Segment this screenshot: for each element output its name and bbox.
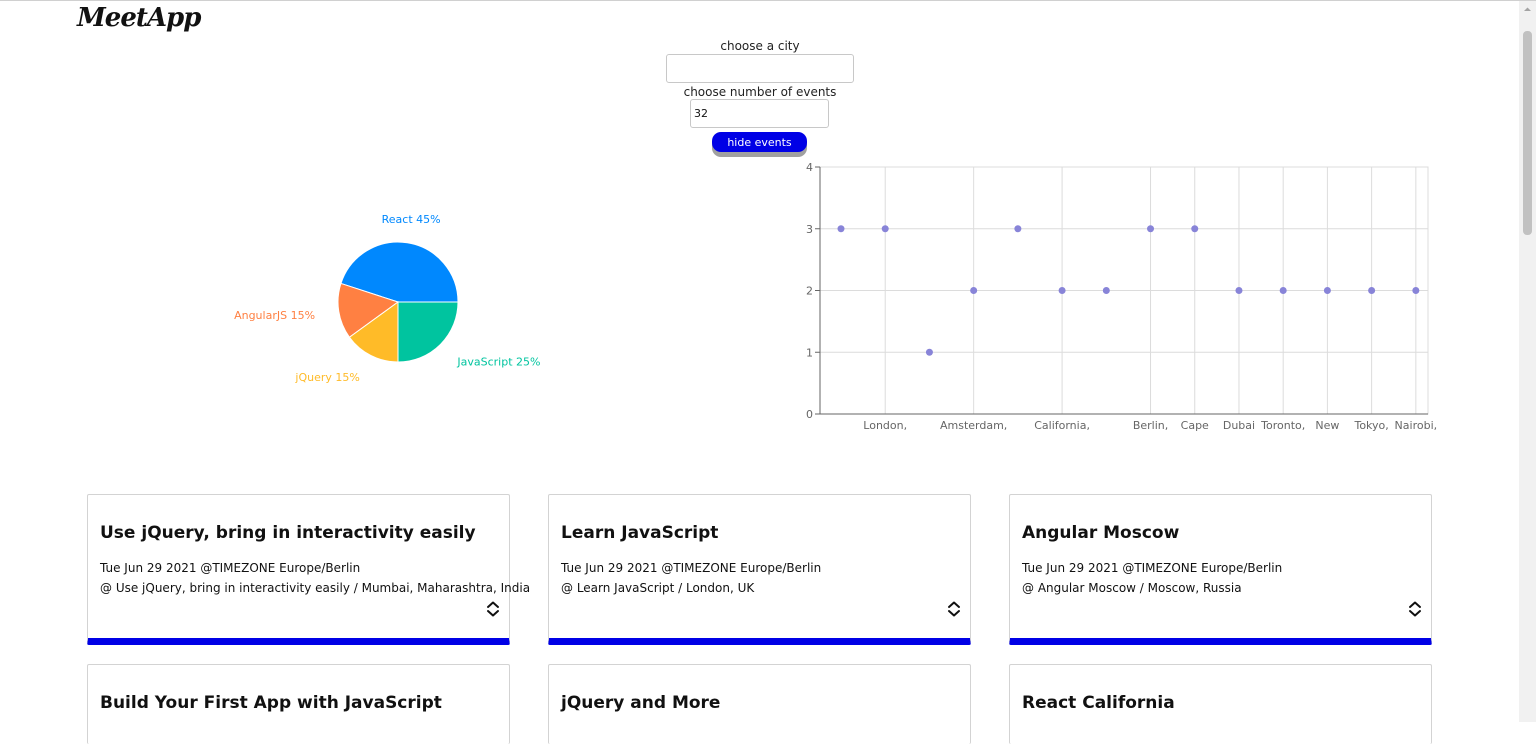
scatter-point[interactable] — [1279, 287, 1287, 294]
hide-events-button[interactable]: hide events — [712, 132, 807, 152]
scatter-point[interactable] — [1058, 287, 1066, 294]
scatter-point[interactable] — [1191, 225, 1199, 233]
event-location: @ Use jQuery, bring in interactivity eas… — [100, 581, 531, 595]
scatter-xtick-label: Cape — [1181, 419, 1209, 432]
scatter-point[interactable] — [1147, 225, 1155, 233]
event-card: Learn JavaScript Tue Jun 29 2021 @TIMEZON… — [548, 494, 971, 645]
scatter-xtick-label: Tokyo, — [1353, 419, 1388, 432]
scatter-point[interactable] — [1323, 287, 1331, 294]
scatter-point[interactable] — [1102, 287, 1110, 294]
scatter-xtick-label: Dubai — [1223, 419, 1255, 432]
event-location: @ Angular Moscow / Moscow, Russia — [1022, 581, 1242, 595]
scatter-point[interactable] — [1235, 287, 1243, 294]
event-date: Tue Jun 29 2021 @TIMEZONE Europe/Berlin — [561, 561, 822, 575]
scatter-ytick-label: 4 — [806, 161, 813, 174]
event-date: Tue Jun 29 2021 @TIMEZONE Europe/Berlin — [100, 561, 361, 575]
scatter-xtick-label: California, — [1034, 419, 1090, 432]
scatter-xtick-label: Nairobi, — [1395, 419, 1438, 432]
scatter-point[interactable] — [1014, 225, 1022, 233]
pie-label-jquery: jQuery 15% — [294, 371, 359, 384]
event-card: Use jQuery, bring in interactivity easil… — [87, 494, 530, 645]
event-location: @ Learn JavaScript / London, UK — [561, 581, 755, 595]
event-title: Use jQuery, bring in interactivity easil… — [100, 523, 476, 543]
scatter-ytick-label: 3 — [806, 223, 813, 236]
pie-label-angularjs: AngularJS 15% — [234, 309, 315, 322]
scatter-xtick-label: Toronto, — [1260, 419, 1305, 432]
scatter-ytick-label: 1 — [806, 346, 813, 359]
scatter-point[interactable] — [837, 225, 845, 233]
scatter-xtick-label: New — [1315, 419, 1339, 432]
scatter-ytick-label: 0 — [806, 408, 813, 421]
app-logo: MeetApp — [77, 3, 201, 33]
event-card: jQuery and More — [548, 664, 971, 744]
scatter-point[interactable] — [925, 348, 933, 356]
scatter-point[interactable] — [881, 225, 889, 233]
event-title: React California — [1022, 693, 1175, 713]
scatter-xtick-label: Berlin, — [1133, 419, 1168, 432]
scatter-xtick-label: Amsterdam, — [940, 419, 1007, 432]
pie-label-javascript: JavaScript 25% — [456, 355, 540, 368]
scatter-point[interactable] — [970, 287, 978, 294]
event-card: Build Your First App with JavaScript — [87, 664, 510, 744]
event-title: jQuery and More — [561, 693, 721, 713]
expand-details-chevron-icon[interactable] — [947, 601, 961, 617]
scrollbar-thumb[interactable] — [1523, 31, 1532, 235]
event-date: Tue Jun 29 2021 @TIMEZONE Europe/Berlin — [1022, 561, 1283, 575]
city-search-label: choose a city — [720, 39, 800, 53]
scroll-up-arrow-icon[interactable] — [1519, 1, 1536, 18]
pie-label-react: React 45% — [382, 213, 441, 226]
pie-slice-javascript — [397, 301, 459, 363]
events-by-city-scatter-chart: 0 1 2 3 4 London, Amsterdam, California, Berlin,… — [806, 161, 1438, 432]
scatter-point[interactable] — [1412, 287, 1420, 294]
expand-details-chevron-icon[interactable] — [1408, 601, 1422, 617]
event-card: React California — [1009, 664, 1432, 744]
genre-pie-chart: React 45% AngularJS 15% jQuery 15% JavaScri… — [234, 213, 540, 384]
number-of-events-input[interactable] — [690, 99, 829, 128]
event-card: Angular Moscow Tue Jun 29 2021 @TIMEZONE … — [1009, 494, 1432, 645]
city-search-input[interactable] — [666, 54, 854, 83]
expand-details-chevron-icon[interactable] — [486, 601, 500, 617]
scatter-point[interactable] — [1368, 287, 1376, 294]
event-title: Build Your First App with JavaScript — [100, 693, 442, 713]
event-title: Angular Moscow — [1022, 523, 1180, 543]
scatter-xtick-label: London, — [863, 419, 907, 432]
scatter-ytick-label: 2 — [806, 285, 813, 298]
event-title: Learn JavaScript — [561, 523, 719, 543]
number-of-events-label: choose number of events — [683, 85, 837, 99]
page-scrollbar[interactable] — [1519, 1, 1536, 722]
